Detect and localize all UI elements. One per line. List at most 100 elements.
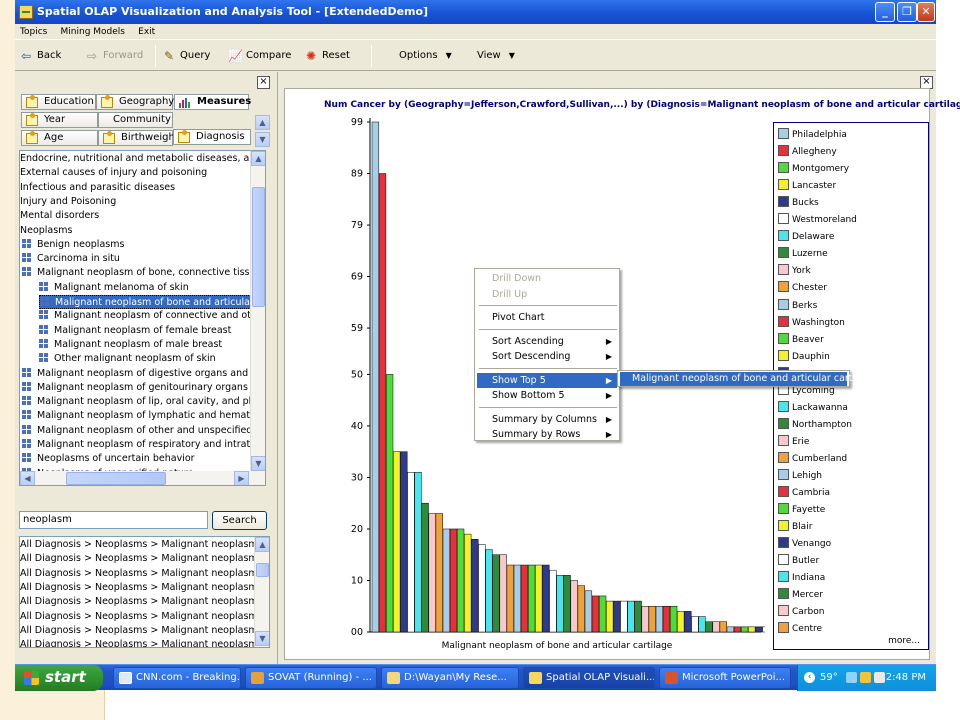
legend-item[interactable]: Mercer [778, 588, 823, 601]
legend-item[interactable]: Lackawanna [778, 400, 848, 414]
menu-item-drill-up[interactable]: Drill Up [477, 287, 617, 302]
legend-item[interactable]: Dauphin [778, 349, 830, 363]
legend-item[interactable]: Blair [778, 520, 812, 533]
weather-temp[interactable]: 59° [820, 665, 838, 690]
tree-item[interactable]: Mental disorders [20, 209, 99, 223]
search-button[interactable]: Search [212, 511, 267, 530]
tab-education[interactable]: Education [21, 94, 96, 110]
volume-icon[interactable] [874, 672, 885, 683]
legend-item[interactable]: Lancaster [778, 179, 836, 192]
reset-button[interactable]: ✺ Reset [304, 47, 350, 65]
scroll-down-icon[interactable]: ▼ [251, 456, 265, 471]
legend-item[interactable]: Carbon [778, 605, 824, 618]
tree-item[interactable]: Malignant neoplasm of connective and oth [39, 309, 257, 323]
scroll-thumb[interactable] [256, 563, 269, 577]
task-cnn[interactable]: CNN.com - Breaking... [113, 667, 241, 689]
result-item[interactable]: All Diagnosis > Neoplasms > Malignant ne… [20, 595, 258, 609]
legend-item[interactable]: Philadelphia [778, 128, 847, 141]
tree-item[interactable]: Malignant neoplasm of genitourinary orga… [22, 381, 248, 395]
compare-button[interactable]: 📈 Compare [228, 47, 291, 65]
title-bar[interactable]: Spatial OLAP Visualization and Analysis … [15, 0, 936, 24]
menu-item-summary-by-rows[interactable]: Summary by Rows ▶ [477, 427, 617, 442]
menu-item-summary-by-columns[interactable]: Summary by Columns ▶ [477, 412, 617, 427]
restore-button[interactable]: ❐ [897, 2, 917, 22]
legend-more-link[interactable]: more... [888, 636, 920, 646]
menu-item-show-bottom-5[interactable]: Show Bottom 5 ▶ [477, 388, 617, 403]
result-item[interactable]: All Diagnosis > Neoplasms > Malignant ne… [20, 552, 258, 566]
legend-item[interactable]: Butler [778, 554, 819, 567]
legend-item[interactable]: Luzerne [778, 247, 828, 260]
legend-item[interactable]: Fayette [778, 503, 825, 516]
tab-scroll-down-icon[interactable]: ▼ [255, 132, 270, 147]
legend-item[interactable]: Erie [778, 434, 809, 448]
legend-item[interactable]: Chester [778, 281, 827, 294]
close-button[interactable]: ✕ [917, 2, 935, 22]
result-item[interactable]: All Diagnosis > Neoplasms > Malignant ne… [20, 538, 258, 552]
scroll-up-icon[interactable]: ▲ [251, 151, 265, 166]
legend-item[interactable]: Beaver [778, 332, 824, 346]
tree-item[interactable]: Malignant neoplasm of female breast [39, 324, 231, 338]
result-item[interactable]: All Diagnosis > Neoplasms > Malignant ne… [20, 610, 258, 624]
tree-vertical-scrollbar[interactable]: ▲ ▼ [250, 151, 265, 471]
legend-item[interactable]: Delaware [778, 230, 834, 243]
scroll-thumb[interactable] [252, 187, 265, 307]
menu-item-drill-down[interactable]: Drill Down [477, 271, 617, 286]
tab-measures[interactable]: Measures [174, 94, 251, 110]
result-item[interactable]: All Diagnosis > Neoplasms > Malignant ne… [20, 567, 258, 581]
tree-item[interactable]: External causes of injury and poisoning [20, 166, 207, 180]
legend-item[interactable]: Washington [778, 315, 845, 329]
menu-item-sort-ascending[interactable]: Sort Ascending ▶ [477, 334, 617, 349]
view-menu[interactable]: View ▼ [477, 47, 515, 65]
menu-item-sort-descending[interactable]: Sort Descending ▶ [477, 349, 617, 364]
tree-item[interactable]: Carcinoma in situ [22, 252, 120, 266]
tree-item[interactable]: Malignant neoplasm of lip, oral cavity, … [22, 395, 261, 409]
submenu-item-bone-cartilage[interactable]: Malignant neoplasm of bone and articular… [620, 372, 876, 386]
scroll-down-icon[interactable]: ▼ [255, 631, 269, 646]
legend-item[interactable]: Venango [778, 537, 831, 550]
tree-item[interactable]: Benign neoplasms [22, 238, 124, 252]
legend-item[interactable]: Cumberland [778, 451, 847, 465]
scroll-up-icon[interactable]: ▲ [255, 537, 269, 552]
legend-item[interactable]: Northampton [778, 417, 852, 431]
result-item[interactable]: All Diagnosis > Neoplasms > Malignant ne… [20, 581, 258, 595]
tab-diagnosis[interactable]: Diagnosis [173, 129, 251, 145]
legend-item[interactable]: Montgomery [778, 162, 849, 175]
results-vertical-scrollbar[interactable]: ▲ ▼ [254, 537, 269, 647]
tab-age[interactable]: Age [21, 130, 98, 146]
tree-item[interactable]: Malignant neoplasm of other and unspecif… [22, 424, 260, 438]
tree-item[interactable]: Other malignant neoplasm of skin [39, 352, 216, 366]
menu-item-pivot-chart[interactable]: Pivot Chart [477, 310, 617, 325]
scroll-thumb[interactable] [66, 472, 166, 485]
menu-topics[interactable]: Topics [15, 27, 52, 37]
tab-community[interactable]: Community [98, 112, 173, 128]
tab-geography[interactable]: Geography [96, 94, 174, 110]
legend-item[interactable]: Centre [778, 622, 822, 635]
tree-item[interactable]: Injury and Poisoning [20, 195, 116, 209]
menu-exit[interactable]: Exit [133, 27, 160, 37]
scroll-left-icon[interactable]: ◀ [20, 471, 35, 485]
tree-item[interactable]: Malignant neoplasm of bone and articular… [39, 295, 264, 309]
tree-horizontal-scrollbar[interactable]: ◀ ▶ [20, 471, 265, 485]
options-menu[interactable]: Options ▼ [399, 47, 452, 65]
legend-item[interactable]: Cambria [778, 486, 830, 499]
close-panel-icon[interactable]: × [257, 76, 270, 89]
tray-expand-icon[interactable]: ‹ [804, 672, 815, 683]
search-input[interactable]: neoplasm [19, 511, 208, 529]
task-explorer[interactable]: D:\Wayan\My Rese... [381, 667, 519, 689]
forward-button[interactable]: ⇨ Forward [85, 47, 143, 65]
tree-item[interactable]: Endocrine, nutritional and metabolic dis… [20, 152, 261, 166]
tree-item[interactable]: Malignant neoplasm of digestive organs a… [22, 367, 257, 381]
legend-item[interactable]: Allegheny [778, 145, 837, 158]
tree-item[interactable]: Malignant neoplasm of bone, connective t… [22, 266, 261, 280]
task-sovat[interactable]: SOVAT (Running) - ... [245, 667, 377, 689]
minimize-button[interactable]: _ [875, 2, 895, 22]
legend-item[interactable]: Westmoreland [778, 213, 857, 226]
start-button[interactable]: start [15, 665, 103, 691]
legend-item[interactable]: York [778, 264, 811, 277]
legend-item[interactable]: Indiana [778, 571, 825, 584]
tree-item[interactable]: Neoplasms [20, 224, 72, 238]
tab-birthweight[interactable]: Birthweight [98, 130, 179, 146]
back-button[interactable]: ⇦ Back [19, 47, 61, 65]
menu-mining-models[interactable]: Mining Models [56, 27, 130, 37]
messenger-icon[interactable] [860, 672, 871, 683]
